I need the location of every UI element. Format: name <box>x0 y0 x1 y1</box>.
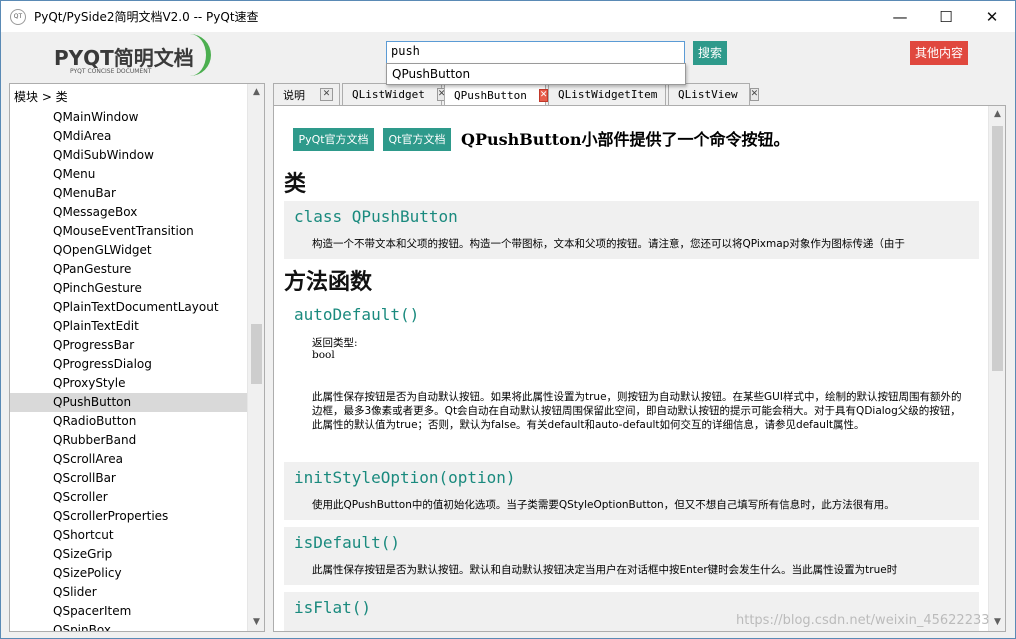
tab-label: QListWidgetItem <box>558 88 658 101</box>
method-description: 此属性保存按钮是否为自动默认按钮。如果将此属性设置为true，则按钮为自动默认按… <box>312 391 962 431</box>
tree-item[interactable]: QPlainTextEdit <box>10 317 248 336</box>
maximize-button[interactable]: ☐ <box>923 1 969 32</box>
tab-说明[interactable]: 说明 ✕ <box>273 83 340 105</box>
tree-items: QMainWindow QMdiArea QMdiSubWindow QMenu QMe… <box>10 108 248 631</box>
scroll-up-arrow-icon[interactable]: ▲ <box>248 84 264 101</box>
tree-item[interactable]: QProxyStyle <box>10 374 248 393</box>
tree-item[interactable]: QScrollerProperties <box>10 507 248 526</box>
tab-qlistwidgetitem[interactable]: QListWidgetItem✕ <box>548 83 679 105</box>
tree-item[interactable]: QScrollBar <box>10 469 248 488</box>
tab-qlistwidget[interactable]: QListWidget ✕ <box>342 83 447 105</box>
tab-close-icon[interactable]: ✕ <box>538 88 549 102</box>
tree-item[interactable]: QMdiSubWindow <box>10 146 248 165</box>
method-name: initStyleOption(option) <box>294 468 516 487</box>
return-type-label: 返回类型: <box>312 337 358 349</box>
content-scrollbar[interactable]: ▲ ▼ <box>988 106 1005 631</box>
search-input[interactable]: push <box>386 41 685 64</box>
tab-close-icon[interactable]: ✕ <box>749 88 760 101</box>
method-name: autoDefault() <box>294 305 420 324</box>
tree-item[interactable]: QRadioButton <box>10 412 248 431</box>
method-card: initStyleOption(option) 使用此QPushButton中的… <box>284 462 979 520</box>
tab-qpushbutton[interactable]: QPushButton ✕ <box>444 83 549 106</box>
logo: PYQT简明文档 PYQT CONCISE DOCUMENT <box>54 34 211 76</box>
section-class-title: 类 <box>284 171 307 197</box>
tree-item[interactable]: QScroller <box>10 488 248 507</box>
tree-item[interactable]: QProgressDialog <box>10 355 248 374</box>
watermark: https://blog.csdn.net/weixin_45622233 <box>736 613 990 628</box>
window-title: PyQt/PySide2简明文档V2.0 -- PyQt速查 <box>34 10 259 24</box>
scroll-down-arrow-icon[interactable]: ▼ <box>248 614 264 631</box>
scroll-down-arrow-icon[interactable]: ▼ <box>989 614 1005 631</box>
tree-item[interactable]: QSizePolicy <box>10 564 248 583</box>
scroll-thumb[interactable] <box>251 324 262 384</box>
minimize-button[interactable]: — <box>877 1 923 32</box>
method-name: isFlat() <box>294 598 372 617</box>
logo-swoosh-icon <box>179 34 211 76</box>
tree-item[interactable]: QSpinBox <box>10 621 248 631</box>
class-description: 构造一个不带文本和父项的按钮。构造一个带图标，文本和父项的按钮。请注意，您还可以… <box>312 238 905 250</box>
class-name: class QPushButton <box>294 207 458 226</box>
tree-item[interactable]: QMenuBar <box>10 184 248 203</box>
tree-item[interactable]: QPinchGesture <box>10 279 248 298</box>
logo-title: PYQT简明文档 <box>54 46 194 70</box>
tree-item[interactable]: QSizeGrip <box>10 545 248 564</box>
tree-item[interactable]: QMainWindow <box>10 108 248 127</box>
section-methods-title: 方法函数 <box>284 269 373 295</box>
app-window: QT PyQt/PySide2简明文档V2.0 -- PyQt速查 — ☐ ✕ … <box>0 0 1016 639</box>
class-intro: QPushButton小部件提供了一个命令按钮。 <box>461 130 790 149</box>
return-type-value: bool <box>312 349 335 361</box>
tree-item[interactable]: QShortcut <box>10 526 248 545</box>
tab-bar: 说明 ✕ QListWidget ✕ QPushButton ✕ QListWidgetIt… <box>273 83 1013 106</box>
tree-item[interactable]: QSlider <box>10 583 248 602</box>
tree-item[interactable]: QSpacerItem <box>10 602 248 621</box>
tree-scrollbar[interactable]: ▲ ▼ <box>247 84 264 631</box>
tree-item[interactable]: QMouseEventTransition <box>10 222 248 241</box>
tree-item[interactable]: QPlainTextDocumentLayout <box>10 298 248 317</box>
doc-content-inner: PyQt官方文档 Qt官方文档 QPushButton小部件提供了一个命令按钮。… <box>274 106 988 631</box>
close-button[interactable]: ✕ <box>969 1 1015 32</box>
doc-content: PyQt官方文档 Qt官方文档 QPushButton小部件提供了一个命令按钮。… <box>273 105 1006 632</box>
tab-label: QListWidget <box>352 88 425 101</box>
tree-item[interactable]: QOpenGLWidget <box>10 241 248 260</box>
tab-close-icon[interactable]: ✕ <box>320 88 333 101</box>
scroll-thumb[interactable] <box>992 126 1003 371</box>
method-description: 使用此QPushButton中的值初始化选项。当子类需要QStyleOption… <box>312 499 895 511</box>
method-card: autoDefault() 返回类型: bool 此属性保存按钮是否为自动默认按… <box>284 299 979 455</box>
tab-label: QPushButton <box>454 88 527 102</box>
tree-item[interactable]: QScrollArea <box>10 450 248 469</box>
tree-item[interactable]: QMdiArea <box>10 127 248 146</box>
tab-qlistview[interactable]: QListView ✕ <box>668 83 760 105</box>
qt-doc-button[interactable]: Qt官方文档 <box>383 128 451 151</box>
tab-label: 说明 <box>283 88 305 102</box>
method-description: 此属性保存按钮是否为默认按钮。默认和自动默认按钮决定当用户在对话框中按Enter… <box>312 564 898 576</box>
class-tree: 模块 > 类 QMainWindow QMdiArea QMdiSubWindow Q… <box>9 83 265 632</box>
scroll-up-arrow-icon[interactable]: ▲ <box>989 106 1005 123</box>
window-controls: — ☐ ✕ <box>877 1 1015 32</box>
search-button[interactable]: 搜索 <box>693 41 727 65</box>
app-icon: QT <box>10 8 26 25</box>
tree-header[interactable]: 模块 > 类 <box>10 84 248 106</box>
class-card: class QPushButton 构造一个不带文本和父项的按钮。构造一个带图标… <box>284 201 979 259</box>
tree-item[interactable]: QMenu <box>10 165 248 184</box>
tree-item[interactable]: QPanGesture <box>10 260 248 279</box>
search-suggestion-item[interactable]: QPushButton <box>386 63 686 85</box>
tree-item[interactable]: QRubberBand <box>10 431 248 450</box>
tree-item[interactable]: QMessageBox <box>10 203 248 222</box>
tree-item[interactable]: QProgressBar <box>10 336 248 355</box>
pyqt-doc-button[interactable]: PyQt官方文档 <box>293 128 374 151</box>
tab-label: QListView <box>678 88 738 101</box>
method-card: isDefault() 此属性保存按钮是否为默认按钮。默认和自动默认按钮决定当用… <box>284 527 979 585</box>
title-bar: QT PyQt/PySide2简明文档V2.0 -- PyQt速查 — ☐ ✕ <box>1 1 1015 32</box>
other-content-button[interactable]: 其他内容 <box>910 41 968 65</box>
tree-item[interactable]: QPushButton <box>10 393 248 412</box>
method-name: isDefault() <box>294 533 400 552</box>
logo-subtitle: PYQT CONCISE DOCUMENT <box>70 68 152 75</box>
